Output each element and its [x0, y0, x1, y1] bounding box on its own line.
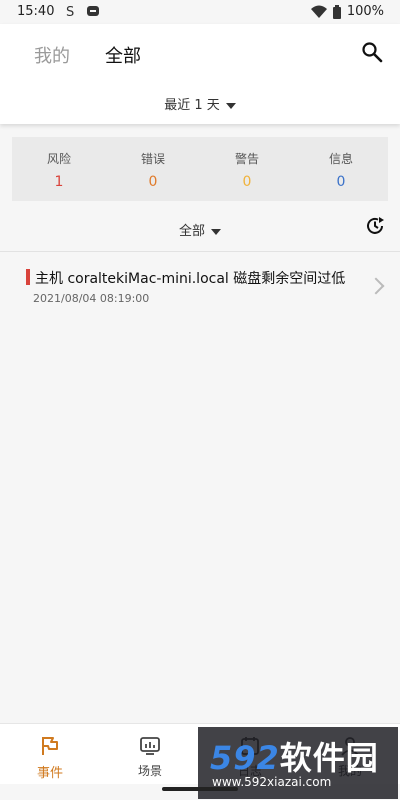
status-notification-icons: S — [64, 4, 100, 18]
stat-error[interactable]: 错误 0 — [106, 137, 200, 201]
event-time: 2021/08/04 08:19:00 — [33, 292, 150, 305]
home-indicator — [162, 787, 238, 791]
status-system-icons: 100% — [310, 4, 384, 19]
watermark-brand-cn: 软件园 — [279, 739, 379, 777]
status-time: 15:40 — [17, 4, 55, 19]
nav-events[interactable]: 事件 — [0, 724, 100, 784]
category-filter-label: 全部 — [178, 224, 205, 239]
nav-label: 事件 — [36, 766, 63, 781]
caret-down-icon — [225, 102, 236, 109]
watermark-number: 592 — [210, 739, 280, 777]
stat-label: 错误 — [140, 152, 165, 166]
list-item[interactable]: 主机 coraltekiMac-mini.local 磁盘剩余空间过低 2021… — [0, 252, 400, 322]
nav-label: 场景 — [137, 764, 162, 778]
wifi-icon — [310, 5, 327, 18]
app-notification-icon — [87, 6, 99, 16]
tab-mine[interactable]: 我的 — [34, 42, 70, 68]
stat-info[interactable]: 信息 0 — [294, 137, 388, 201]
chevron-right-icon — [367, 277, 385, 295]
history-clock-icon[interactable] — [364, 215, 386, 237]
category-filter-dropdown[interactable]: 全部 — [0, 220, 400, 239]
battery-icon — [332, 4, 341, 19]
flag-icon — [42, 737, 58, 755]
tab-all[interactable]: 全部 — [105, 42, 141, 68]
svg-text:S: S — [66, 5, 74, 18]
stat-label: 信息 — [328, 152, 353, 166]
sync-icon: S — [66, 5, 74, 18]
nav-scenes[interactable]: 场景 — [100, 724, 200, 784]
battery-percent: 100% — [346, 4, 384, 19]
caret-down-icon — [211, 228, 221, 235]
search-icon[interactable] — [360, 40, 384, 64]
time-range-dropdown[interactable]: 最近 1 天 — [0, 94, 400, 113]
event-title: 主机 coraltekiMac-mini.local 磁盘剩余空间过低 — [35, 271, 346, 287]
stat-count: 0 — [336, 174, 346, 190]
stat-risk[interactable]: 风险 1 — [12, 137, 106, 201]
stat-count: 1 — [54, 174, 64, 190]
dashboard-icon — [140, 737, 160, 755]
severity-summary: 风险 1 错误 0 警告 0 信息 0 — [12, 137, 388, 201]
severity-indicator — [26, 269, 30, 285]
status-bar: 15:40 S 100% — [0, 0, 400, 24]
header: 我的 全部 最近 1 天 — [0, 24, 400, 124]
stat-count: 0 — [148, 174, 158, 190]
stat-label: 警告 — [234, 152, 259, 166]
time-range-label: 最近 1 天 — [164, 98, 220, 113]
watermark-brand: 592软件园 — [210, 733, 379, 779]
stat-warning[interactable]: 警告 0 — [200, 137, 294, 201]
stat-label: 风险 — [46, 152, 71, 166]
filter-row: 全部 — [0, 215, 400, 239]
stat-count: 0 — [242, 174, 252, 190]
